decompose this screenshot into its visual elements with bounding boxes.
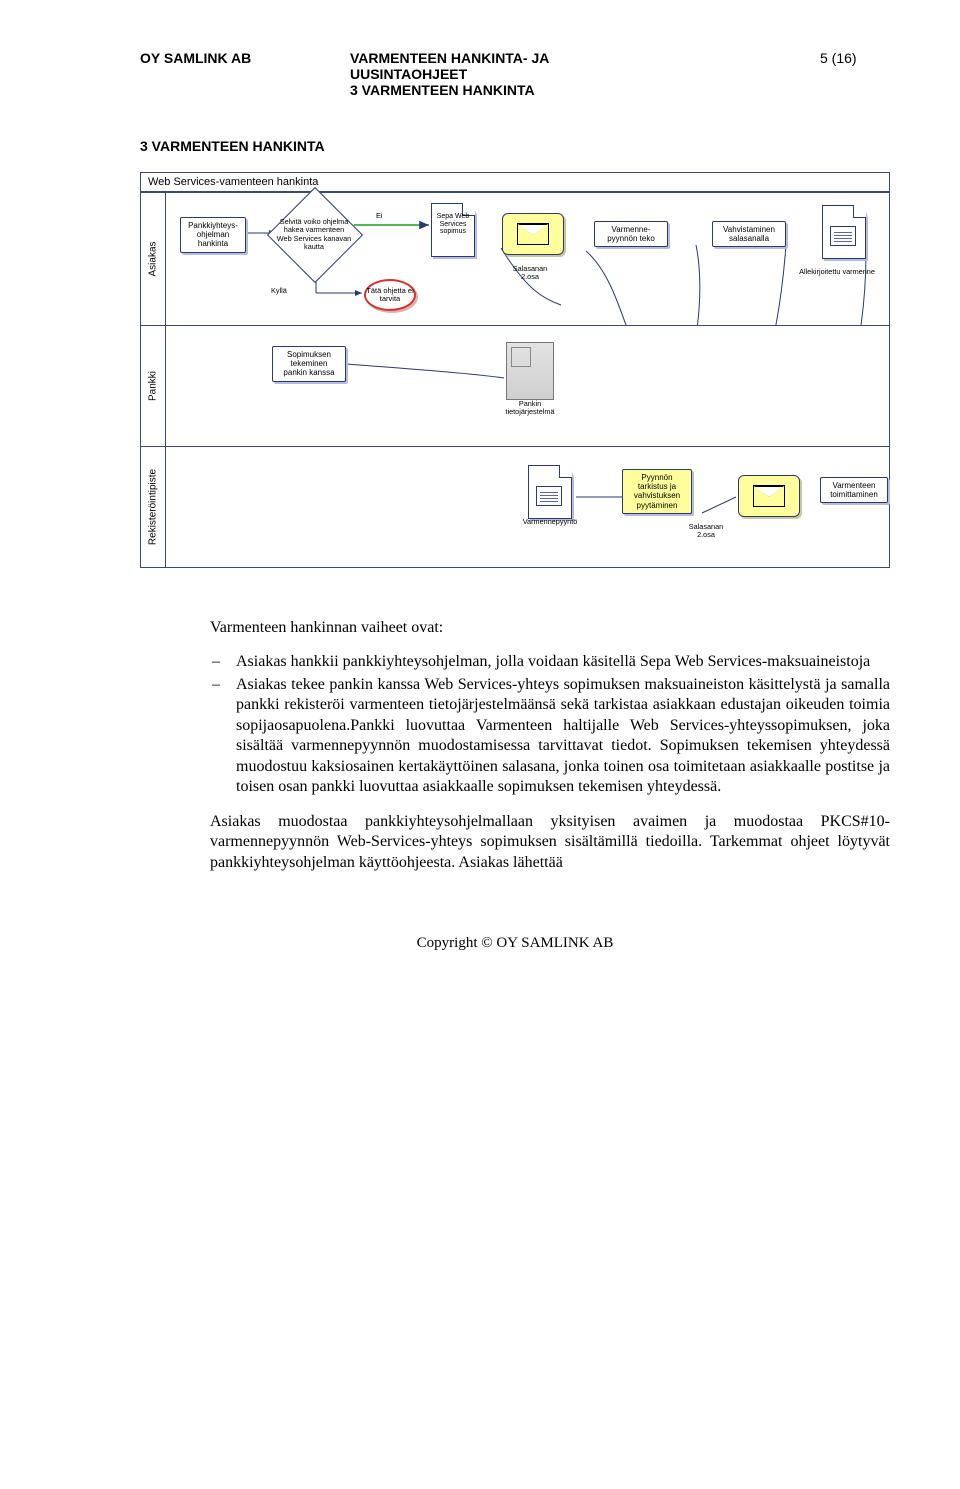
envelope-icon: [753, 485, 785, 507]
mail-icon: [502, 213, 564, 255]
page-number: 5 (16): [820, 50, 890, 66]
node-varmennepyynnon-teko: Varmenne-pyynnön teko: [594, 221, 668, 247]
mail-icon: [738, 475, 800, 517]
page-header: OY SAMLINK AB VARMENTEEN HANKINTA- JA UU…: [140, 50, 890, 98]
envelope-icon: [517, 223, 549, 245]
label-salasana-2osa-a: Salasanan2.osa: [498, 265, 562, 281]
node-sopimuksen-tekeminen: Sopimuksentekeminenpankin kanssa: [272, 346, 346, 382]
node-varmennepyynto-doc: Varmennepyyntö: [528, 465, 572, 519]
server-icon: Pankintietojärjestelmä: [506, 342, 552, 398]
process-diagram: Web Services-vamenteen hankinta Asiakas: [140, 172, 890, 568]
lead-line: Varmenteen hankinnan vaiheet ovat:: [210, 618, 890, 638]
node-sepa-sopimus: Sepa WebServicessopimus: [431, 203, 475, 257]
body-text: Varmenteen hankinnan vaiheet ovat: Asiak…: [210, 618, 890, 873]
label-allekirjoitettu: Allekirjoitettu varmenne: [782, 267, 892, 276]
footer-copyright: Copyright © OY SAMLINK AB: [140, 935, 890, 952]
node-varmenteen-toimittaminen: Varmenteentoimittaminen: [820, 477, 888, 503]
label-kylla: Kyllä: [271, 286, 287, 295]
node-vahvistaminen: Vahvistaminensalasanalla: [712, 221, 786, 247]
section-heading: 3 VARMENTEEN HANKINTA: [140, 138, 890, 154]
node-selvita-label: Selvitä voiko ohjelmahakea varmenteenWeb…: [268, 218, 360, 252]
diagram-title: Web Services-vamenteen hankinta: [141, 173, 889, 192]
label-pankin-tj: Pankintietojärjestelmä: [490, 400, 570, 416]
label-salasana-2osa-b: Salasanan2.osa: [676, 523, 736, 539]
lane-rekisterointipiste-label: Rekisteröintipiste: [141, 447, 166, 567]
table-icon: [536, 486, 562, 506]
lane-asiakas-label: Asiakas: [141, 193, 166, 325]
lane-pankki: Sopimuksentekeminenpankin kanssa Pankint…: [166, 326, 889, 446]
bullet-1: Asiakas hankkii pankkiyhteysohjelman, jo…: [210, 652, 890, 672]
header-title: VARMENTEEN HANKINTA- JA UUSINTAOHJEET 3 …: [350, 50, 760, 98]
bullet-2: Asiakas tekee pankin kanssa Web Services…: [210, 675, 890, 798]
label-varmennepyynto: Varmennepyyntö: [521, 518, 579, 526]
header-company: OY SAMLINK AB: [140, 50, 290, 66]
bullet-list: Asiakas hankkii pankkiyhteysohjelman, jo…: [210, 652, 890, 797]
lane-rekisterointipiste: Varmennepyyntö Pyynnöntarkistus javahvis…: [166, 447, 889, 567]
node-pyynnon-tarkistus: Pyynnöntarkistus javahvistuksenpyytämine…: [622, 469, 692, 514]
lane-asiakas: Pankkiyhteys-ohjelmanhankinta Selvitä vo…: [166, 193, 889, 325]
table-icon: [830, 226, 856, 246]
lane-pankki-label: Pankki: [141, 326, 166, 446]
paragraph-2: Asiakas muodostaa pankkiyhteysohjelmalla…: [210, 812, 890, 873]
node-ohjetta-ei-tarvita: Tätä ohjetta eitarvita: [364, 279, 416, 311]
node-pankkiyhteys: Pankkiyhteys-ohjelmanhankinta: [180, 217, 246, 253]
label-ei: Ei: [376, 211, 383, 220]
node-varmenne-doc: [822, 205, 866, 259]
